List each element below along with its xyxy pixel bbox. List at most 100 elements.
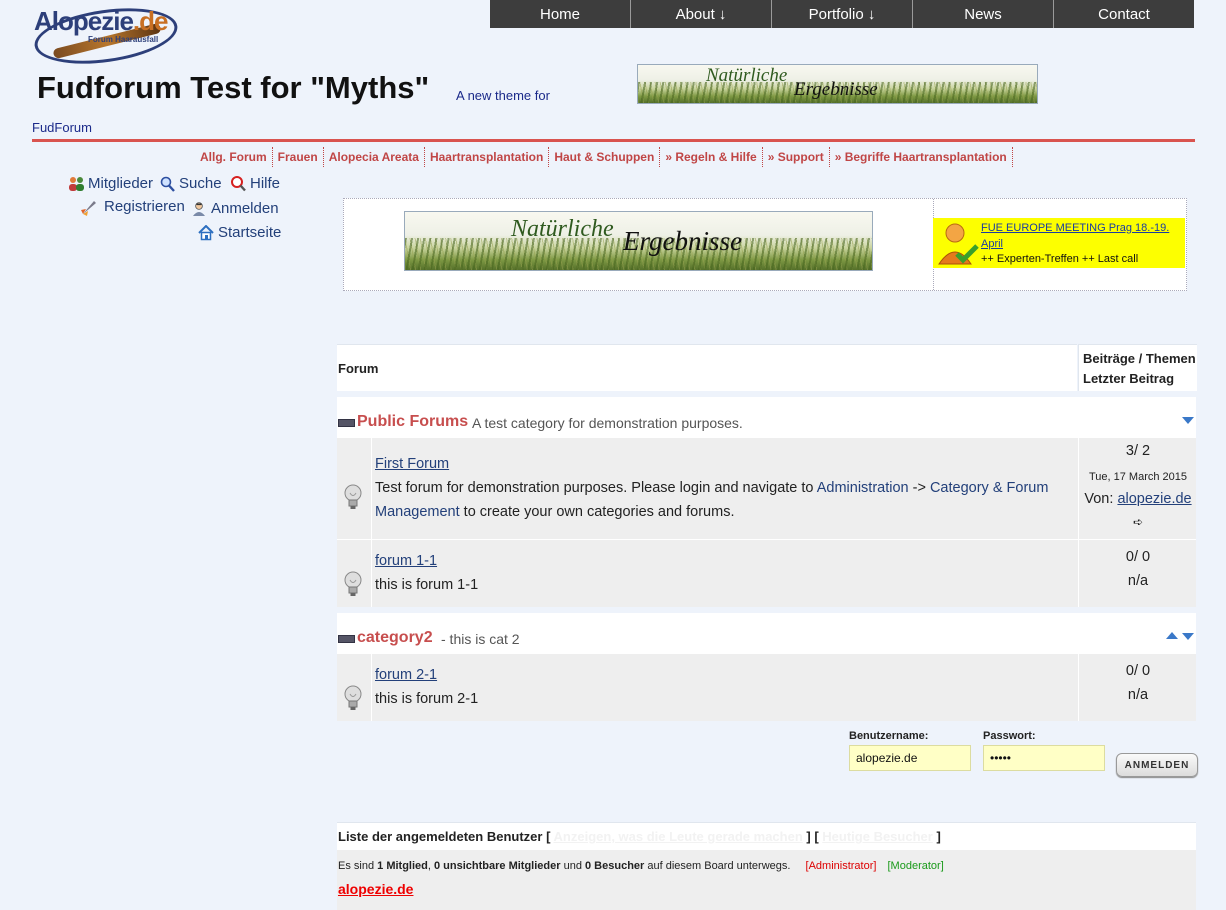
login-button[interactable]: ANMELDEN	[1116, 753, 1198, 777]
catnav-allg-forum[interactable]: Allg. Forum	[195, 147, 273, 167]
move-down-icon[interactable]	[1182, 633, 1194, 640]
move-up-icon[interactable]	[1166, 632, 1178, 639]
online-users-header: Liste der angemeldeten Benutzer [ Anzeig…	[337, 822, 1196, 850]
online-users-body: Es sind 1 Mitglied, 0 unsichtbare Mitgli…	[337, 850, 1196, 910]
catnav-alopecia-areata[interactable]: Alopecia Areata	[324, 147, 425, 167]
category-description: A test category for demonstration purpos…	[472, 415, 743, 431]
menu-members[interactable]: Mitglieder	[68, 175, 153, 192]
show-activity-link[interactable]: Anzeigen, was die Leute gerade machen	[554, 829, 803, 844]
col-last-post-label: Letzter Beitrag	[1083, 371, 1175, 386]
last-post-value: n/a	[1127, 687, 1149, 703]
forum-icon-cell	[337, 654, 372, 721]
header-banner[interactable]: Natürliche Ergebnisse	[637, 64, 1038, 104]
logo-subtitle: Forum Haarausfall	[88, 35, 159, 44]
menu-search-label: Suche	[179, 175, 222, 192]
forum-stats: 0/ 0 n/a	[1078, 540, 1197, 607]
header-divider	[32, 139, 1195, 142]
menu-home-label: Startseite	[218, 224, 282, 241]
todays-visitors-link[interactable]: Heutige Besucher	[822, 829, 933, 844]
menu-members-label: Mitglieder	[88, 175, 154, 192]
forum-row: forum 2-1 this is forum 2-1 0/ 0 n/a	[337, 653, 1196, 721]
catnav-support[interactable]: » Support	[763, 147, 830, 167]
catnav-begriffe[interactable]: » Begriffe Haartransplantation	[830, 147, 1013, 167]
nav-portfolio[interactable]: Portfolio ↓	[772, 0, 913, 28]
online-user-link[interactable]: alopezie.de	[338, 881, 413, 897]
password-input[interactable]	[983, 745, 1105, 771]
home-icon	[198, 224, 214, 241]
table-header-forum: Forum	[337, 344, 1077, 391]
ad-banner-text-2: Ergebnisse	[623, 226, 742, 256]
nav-home[interactable]: Home	[490, 0, 631, 28]
menu-login[interactable]: Anmelden	[191, 200, 279, 217]
nav-about[interactable]: About ↓	[631, 0, 772, 28]
banner-text-1: Natürliche	[706, 65, 788, 86]
category-row: Public Forums A test category for demons…	[337, 397, 1196, 441]
forum-stats: 0/ 0 n/a	[1078, 654, 1197, 721]
menu-register-label: Registrieren	[104, 198, 185, 215]
nav-contact[interactable]: Contact	[1054, 0, 1194, 28]
menu-home[interactable]: Startseite	[198, 224, 281, 241]
forum-body: forum 1-1 this is forum 1-1	[375, 549, 1075, 597]
moderator-legend: [Moderator]	[887, 860, 944, 872]
lightbulb-icon	[344, 685, 362, 710]
post-topic-count: 0/ 0	[1125, 663, 1151, 679]
catnav-haartransplantation[interactable]: Haartransplantation	[425, 147, 550, 167]
forum-link[interactable]: First Forum	[375, 456, 449, 472]
password-label: Passwort:	[983, 730, 1036, 742]
menu-help-label: Hilfe	[250, 175, 281, 192]
page-subtitle: A new theme for	[456, 88, 550, 103]
category-row: category2 - this is cat 2	[337, 613, 1196, 657]
forum-row: First Forum Test forum for demonstration…	[337, 437, 1196, 539]
menu-login-label: Anmelden	[211, 200, 279, 217]
col-forum-label: Forum	[338, 361, 379, 376]
collapse-icon[interactable]	[338, 635, 355, 643]
online-title: Liste der angemeldeten Benutzer	[338, 829, 543, 844]
lightbulb-icon	[344, 484, 362, 509]
author-link[interactable]: alopezie.de	[1117, 491, 1191, 507]
catnav-haut-schuppen[interactable]: Haut & Schuppen	[549, 147, 661, 167]
username-label: Benutzername:	[849, 730, 929, 742]
forum-link[interactable]: forum 2-1	[375, 667, 437, 683]
administrator-legend: [Administrator]	[805, 860, 877, 872]
collapse-icon[interactable]	[338, 419, 355, 427]
category-name[interactable]: category2	[357, 629, 433, 647]
forum-description: this is forum 2-1	[375, 691, 479, 707]
help-icon	[230, 175, 246, 192]
nav-news[interactable]: News	[913, 0, 1054, 28]
page-subtitle-forum: FudForum	[32, 120, 92, 135]
col-posts-topics-label: Beiträge / Themen	[1083, 351, 1196, 366]
category-description: - this is cat 2	[441, 631, 520, 647]
catnav-frauen[interactable]: Frauen	[273, 147, 324, 167]
top-navigation: Home About ↓ Portfolio ↓ News Contact	[490, 0, 1194, 28]
forum-description: Test forum for demonstration purposes. P…	[375, 480, 1049, 520]
user-login-icon	[191, 201, 207, 217]
ad-banner[interactable]: Natürliche Ergebnisse	[404, 211, 873, 271]
promo-link[interactable]: FUE EUROPE MEETING Prag 18.-19. April	[981, 220, 1181, 252]
last-post-author: Von: alopezie.de	[1084, 491, 1192, 507]
logo-wordmark: Alopezie.de	[34, 6, 168, 36]
category-name[interactable]: Public Forums	[357, 413, 468, 431]
promo-box: FUE EUROPE MEETING Prag 18.-19. April ++…	[933, 218, 1185, 268]
move-down-icon[interactable]	[1182, 417, 1194, 424]
members-icon	[68, 176, 84, 192]
last-post-date: Tue, 17 March 2015	[1088, 471, 1188, 483]
ad-banner-text-1: Natürliche	[511, 216, 614, 242]
page-title: Fudforum Test for "Myths"	[37, 70, 430, 105]
admin-link[interactable]: Administration	[817, 480, 909, 496]
goto-last-post-icon[interactable]: ➪	[1079, 515, 1197, 529]
post-topic-count: 3/ 2	[1125, 443, 1151, 459]
site-logo[interactable]: Alopezie.de Forum Haarausfall	[30, 0, 181, 72]
last-post-value: n/a	[1127, 573, 1149, 589]
online-summary: Es sind 1 Mitglied, 0 unsichtbare Mitgli…	[338, 860, 944, 872]
catnav-regeln-hilfe[interactable]: » Regeln & Hilfe	[660, 147, 763, 167]
menu-help[interactable]: Hilfe	[230, 175, 280, 192]
search-icon	[159, 176, 175, 192]
forum-link[interactable]: forum 1-1	[375, 553, 437, 569]
promo-avatar-icon	[937, 220, 979, 266]
forum-icon-cell	[337, 438, 372, 539]
username-input[interactable]	[849, 745, 971, 771]
menu-register[interactable]: Registrieren	[80, 198, 185, 216]
table-header-stats: Beiträge / Themen Letzter Beitrag	[1078, 344, 1197, 391]
menu-search[interactable]: Suche	[159, 175, 222, 192]
forum-icon-cell	[337, 540, 372, 607]
